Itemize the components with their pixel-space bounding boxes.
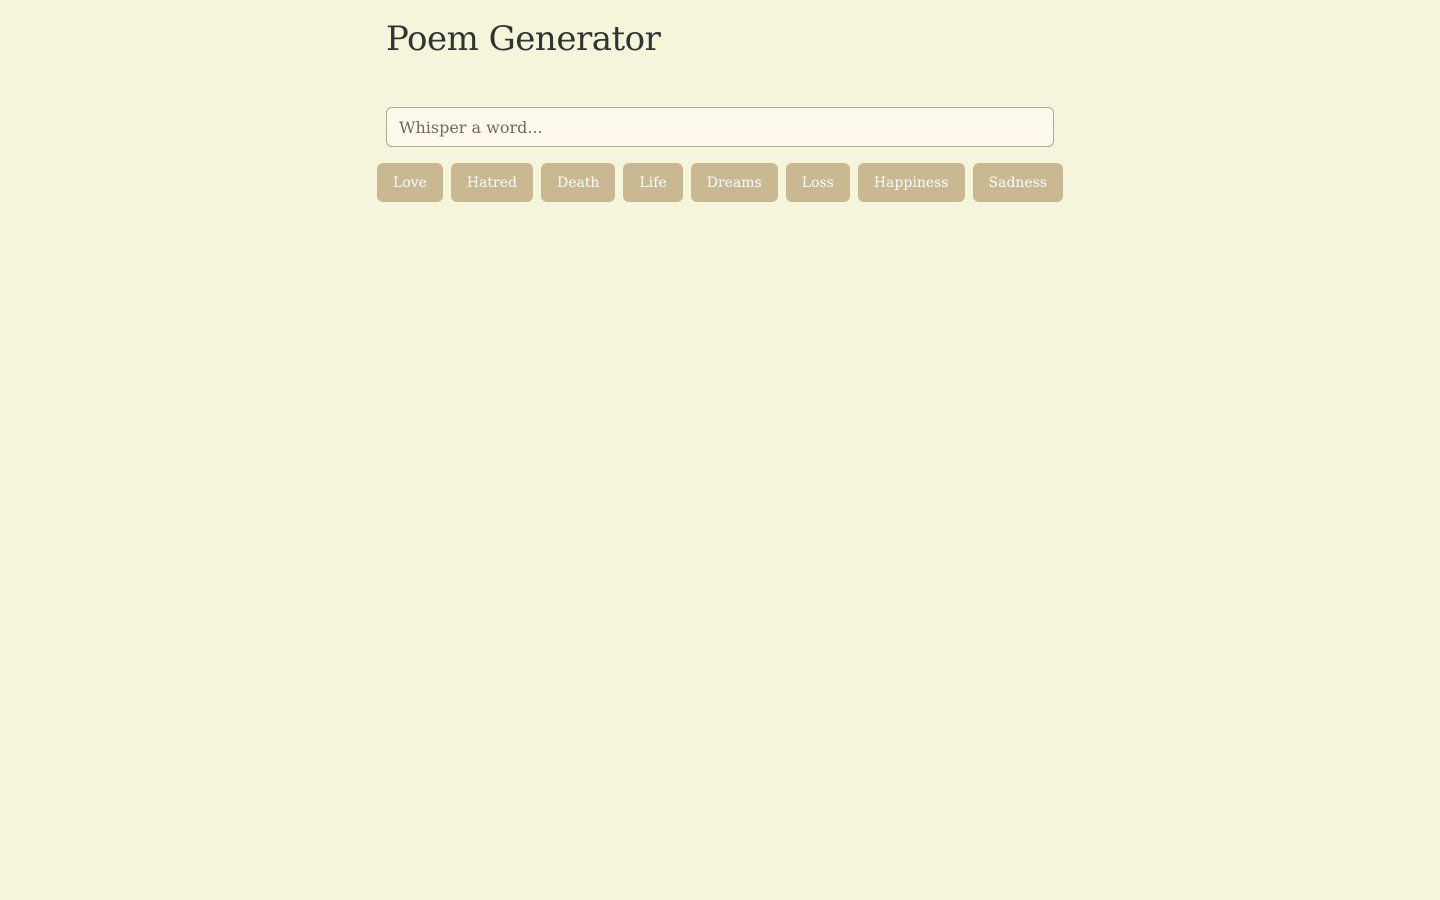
tag-button-death[interactable]: Death [540, 163, 616, 202]
search-wrapper [386, 107, 1054, 147]
tag-button-happiness[interactable]: Happiness [857, 163, 965, 202]
tag-button-row: Love Hatred Death Life Dreams Loss Happi… [376, 163, 1064, 202]
tag-button-dreams[interactable]: Dreams [690, 163, 778, 202]
tag-button-life[interactable]: Life [623, 163, 683, 202]
word-input[interactable] [386, 107, 1054, 147]
tag-button-love[interactable]: Love [376, 163, 443, 202]
page-title: Poem Generator [386, 19, 661, 59]
main-container: Poem Generator Love Hatred Death Life Dr… [376, 0, 1064, 202]
tag-button-hatred[interactable]: Hatred [450, 163, 533, 202]
tag-button-loss[interactable]: Loss [785, 163, 850, 202]
tag-button-sadness[interactable]: Sadness [972, 163, 1064, 202]
